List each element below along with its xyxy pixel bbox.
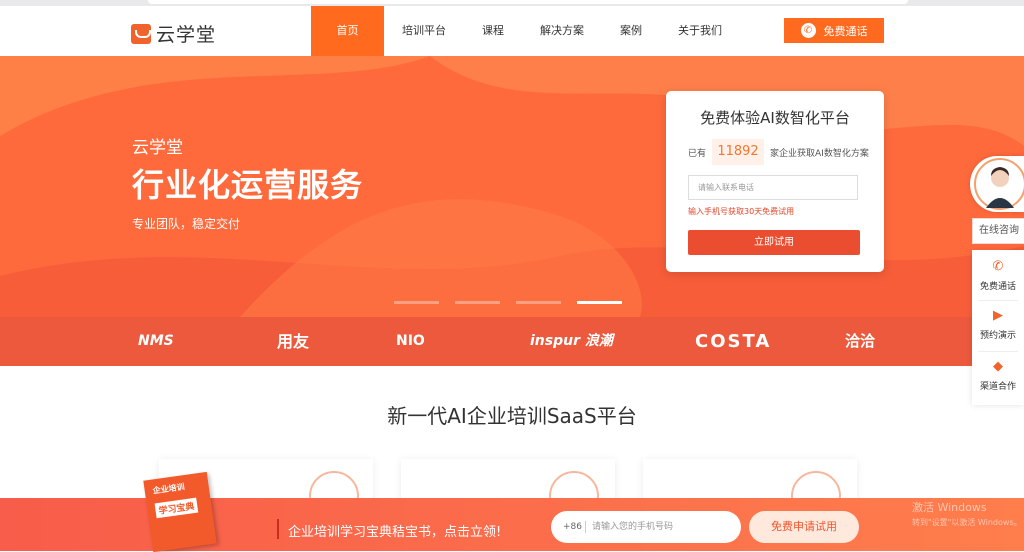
online-consult-button[interactable]: 在线咨询 [972,218,1024,244]
nav-home[interactable]: 首页 [311,6,384,56]
float-free-call[interactable]: ✆ 免费通话 [972,259,1024,292]
partner-nio-text: NIO [396,333,425,349]
phone-icon: ✆ [800,23,816,38]
site-logo[interactable]: 云学堂 [131,20,216,47]
logo-icon [131,23,151,44]
partner-logo-yonyou: 用友 [277,317,309,366]
carousel-dot[interactable] [455,301,500,304]
consultant-icon [974,158,1024,210]
phone-input[interactable]: 请输入联系电话 [688,175,858,200]
play-icon: ▶ [993,308,1003,323]
handbook-image: 企业培训 学习宝典 [143,471,217,552]
free-call-label: 免费通话 [823,24,868,38]
nav-training-platform[interactable]: 培训平台 [384,6,464,56]
hero-description: 专业团队，稳定交付 [132,217,241,231]
partner-inspur-text: inspur 浪潮 [530,333,613,349]
trial-form-card: 免费体验AI数智化平台 已有 11892 家企业获取AI数智化方案 请输入联系电… [666,91,884,272]
count-prefix: 已有 [688,148,707,159]
float-channel-partner[interactable]: ◆ 渠道合作 [972,359,1024,392]
count-suffix: 家企业获取AI数智化方案 [770,148,869,159]
partner-logo-nms: NMS [138,317,174,366]
consultant-avatar[interactable] [970,156,1024,212]
trial-hint: 输入手机号获取30天免费试用 [688,207,795,216]
float-book-demo-label: 预约演示 [979,331,1016,341]
carousel-dot[interactable] [394,301,439,304]
partner-qiaqia-text: 洽洽 [845,332,876,350]
partner-logo-qiaqia: 洽洽 [845,317,875,366]
apply-trial-button[interactable]: 免费申请试用 [749,511,859,543]
hero-subtitle: 云学堂 [132,138,183,158]
carousel-indicators [394,301,622,304]
book-subtitle: 学习宝典 [154,497,199,519]
partner-logo-inspur: inspur 浪潮 [530,317,613,366]
section-title: 新一代AI企业培训SaaS平台 [387,404,637,428]
promo-text: 企业培训学习宝典秸宝书，点击立领! [288,525,502,540]
partner-costa-text: COSTA [695,331,772,352]
divider [277,519,279,539]
float-free-call-label: 免费通话 [979,282,1016,292]
site-header: 云学堂 首页 培训平台 课程 解决方案 案例 关于我们 ✆ 免费通话 [0,6,1024,57]
bottom-phone-placeholder: 请输入您的手机号码 [592,522,674,532]
watermark-line2: 转到"设置"以激活 Windows。 [912,518,1022,527]
watermark-line1: 激活 Windows [912,501,987,514]
nav-courses[interactable]: 课程 [464,6,522,56]
float-channel-label: 渠道合作 [979,382,1016,392]
bottom-phone-input[interactable]: +86 请输入您的手机号码 [551,511,741,543]
windows-activation-watermark: 激活 Windows 转到"设置"以激活 Windows。 [912,500,1022,530]
logo-text: 云学堂 [156,24,217,46]
partner-yonyou-text: 用友 [277,332,310,351]
partner-nms-text: NMS [138,333,174,349]
partner-logo-nio: NIO [396,317,425,366]
nav-cases[interactable]: 案例 [602,6,660,56]
form-title: 免费体验AI数智化平台 [700,109,850,127]
nav-solutions[interactable]: 解决方案 [522,6,602,56]
free-call-button[interactable]: ✆ 免费通话 [784,18,884,43]
floating-side-menu: ✆ 免费通话 ▶ 预约演示 ◆ 渠道合作 [972,250,1024,405]
carousel-dot[interactable] [516,301,561,304]
partner-logos: NMS 用友 NIO inspur 浪潮 COSTA 洽洽 [0,317,1024,366]
main-nav: 首页 培训平台 课程 解决方案 案例 关于我们 [311,6,740,56]
hero-title: 行业化运营服务 [132,166,364,204]
partner-logo-costa: COSTA [695,317,771,366]
country-code: +86 [563,522,582,532]
book-title: 企业培训 [152,482,186,496]
try-now-button[interactable]: 立即试用 [688,230,860,255]
handshake-icon: ◆ [993,359,1003,374]
phone-icon: ✆ [992,259,1004,274]
nav-about[interactable]: 关于我们 [660,6,740,56]
company-count: 11892 [712,139,765,165]
company-count-row: 已有 11892 家企业获取AI数智化方案 [688,139,878,165]
carousel-dot-active[interactable] [577,301,622,304]
float-book-demo[interactable]: ▶ 预约演示 [972,308,1024,341]
